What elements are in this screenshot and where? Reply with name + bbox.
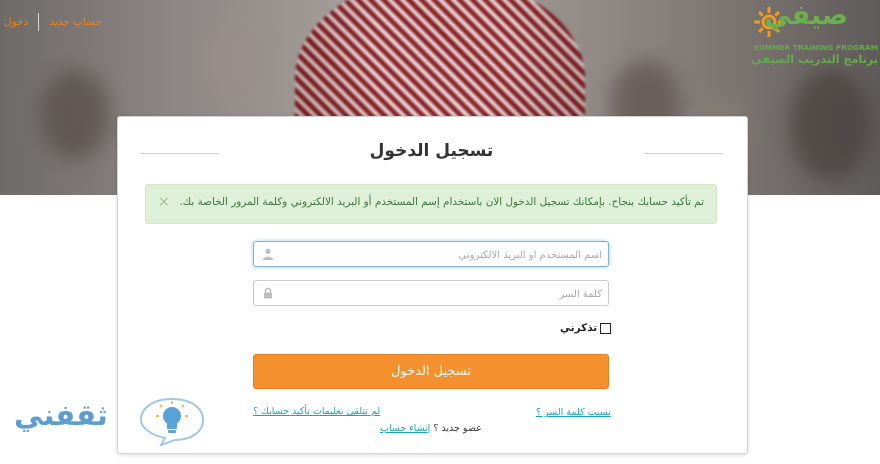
remember-me[interactable]: تذكرني xyxy=(560,322,612,334)
password-input[interactable] xyxy=(282,281,604,307)
register-link[interactable]: حساب جديد xyxy=(49,16,102,28)
page-title: تسجيل الدخول xyxy=(369,141,494,161)
remember-checkbox[interactable] xyxy=(600,322,612,334)
password-field[interactable] xyxy=(253,280,609,307)
title-bar: تسجيل الدخول xyxy=(140,141,723,165)
login-card: تسجيل الدخول × تم تأكيد حسابك بنجاح. بإم… xyxy=(117,116,748,454)
alert-message: تم تأكيد حسابك بنجاح. بإمكانك تسجيل الدخ… xyxy=(179,196,704,208)
lightbulb-icon xyxy=(139,397,205,446)
brand-arabic: برنامج التدريب الصيفي xyxy=(751,53,878,66)
watermark: ثقفني xyxy=(14,396,205,456)
resend-confirmation-link[interactable]: لم تتلقى تعليمات تأكيد حسابك ؟ xyxy=(253,406,380,417)
username-field[interactable] xyxy=(253,241,609,268)
member-label: عضو جديد ؟ xyxy=(433,423,482,434)
login-link[interactable]: دخول xyxy=(4,16,28,28)
watermark-text: ثقفني xyxy=(14,398,109,432)
brand-logo[interactable]: صيفي SUMMER TRAINING PROGRAM برنامج التد… xyxy=(751,0,878,69)
user-icon xyxy=(263,248,273,260)
remember-label: تذكرني xyxy=(560,322,598,334)
forgot-password-link[interactable]: نسيت كلمة السر ؟ xyxy=(536,407,611,418)
top-nav: دخول حساب جديد xyxy=(0,12,102,32)
close-icon[interactable]: × xyxy=(158,194,170,210)
new-member-text: عضو جديد ؟ إنشاء حساب xyxy=(380,423,482,434)
success-alert: × تم تأكيد حسابك بنجاح. بإمكانك تسجيل ال… xyxy=(145,184,717,224)
username-input[interactable] xyxy=(282,242,604,268)
lock-icon xyxy=(264,287,272,299)
brand-english: SUMMER TRAINING PROGRAM xyxy=(753,43,878,52)
login-button[interactable]: تسجيل الدخول xyxy=(253,354,609,389)
create-account-link[interactable]: إنشاء حساب xyxy=(380,423,430,434)
brand-word: صيفي xyxy=(764,0,848,31)
nav-divider xyxy=(38,13,40,31)
